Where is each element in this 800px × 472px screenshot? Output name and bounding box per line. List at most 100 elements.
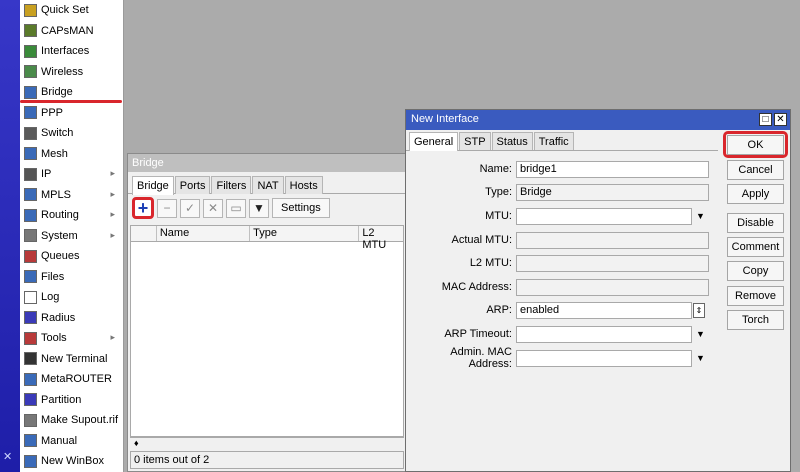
ok-button[interactable]: OK	[727, 135, 784, 155]
disable-button[interactable]: ✕	[203, 198, 223, 218]
files-icon	[24, 270, 37, 284]
quick-set-icon	[24, 3, 37, 17]
apply-button[interactable]: Apply	[727, 184, 784, 204]
filter-button[interactable]: ▼	[249, 198, 269, 218]
sidebar-item-label: Files	[41, 270, 65, 283]
tab-stp[interactable]: STP	[459, 132, 491, 150]
dialog-title-bar[interactable]: New Interface □ ✕	[406, 110, 790, 130]
sidebar-item-label: Partition	[41, 393, 82, 406]
column-l2mtu[interactable]: L2 MTU	[359, 226, 403, 251]
tab-general[interactable]: General	[409, 132, 459, 151]
close-button[interactable]: ✕	[774, 113, 787, 126]
tab-status[interactable]: Status	[491, 132, 533, 150]
sidebar-item-ppp[interactable]: PPP	[20, 103, 123, 124]
submenu-arrow-icon: ▸	[110, 168, 115, 178]
sidebar-item-log[interactable]: Log	[20, 287, 123, 308]
header-spacer	[131, 226, 157, 241]
sidebar-item-label: MPLS	[41, 188, 71, 201]
arp-dropdown-icon[interactable]: ⇕	[693, 302, 705, 318]
tab-hosts[interactable]: Hosts	[284, 176, 323, 194]
submenu-arrow-icon: ▸	[110, 188, 115, 199]
column-name[interactable]: Name	[157, 226, 251, 241]
bridge-window-title[interactable]: Bridge	[128, 154, 406, 172]
arp-timeout-label: ARP Timeout:	[444, 328, 512, 340]
sidebar-item-switch[interactable]: Switch	[20, 123, 123, 144]
column-type[interactable]: Type	[250, 226, 360, 241]
arp-timeout-input[interactable]	[516, 325, 692, 343]
sidebar-item-metarouter[interactable]: MetaROUTER	[20, 369, 123, 390]
arp-label: ARP:	[486, 304, 512, 316]
sidebar-item-quick-set[interactable]: Quick Set	[20, 0, 123, 21]
admin-mac-label: Admin. MAC Address:	[450, 346, 512, 370]
settings-button[interactable]: Settings	[272, 198, 330, 218]
mtu-row: MTU: ▼	[406, 207, 716, 225]
disable-interface-button[interactable]: Disable	[727, 213, 784, 233]
enable-button[interactable]: ✓	[180, 198, 200, 218]
sidebar-item-partition[interactable]: Partition	[20, 390, 123, 411]
sidebar-item-new-terminal[interactable]: New Terminal	[20, 349, 123, 370]
arp-select[interactable]: enabled	[516, 301, 692, 319]
tools-icon	[24, 331, 37, 345]
footer-marker: ♦	[134, 438, 139, 448]
sidebar-item-tools[interactable]: Tools ▸	[20, 328, 123, 349]
mtu-input[interactable]	[516, 207, 692, 225]
sidebar-item-interfaces[interactable]: Interfaces	[20, 41, 123, 62]
name-row: Name: bridge1	[406, 160, 716, 178]
tab-ports[interactable]: Ports	[174, 176, 211, 194]
actual-mtu-value	[516, 231, 709, 249]
tab-nat[interactable]: NAT	[252, 176, 284, 194]
sidebar-item-make-supout-rif[interactable]: Make Supout.rif	[20, 410, 123, 431]
maximize-button[interactable]: □	[759, 113, 772, 126]
dialog-tabs: General STP Status Traffic	[406, 130, 718, 151]
comment-button[interactable]: ▭	[226, 198, 246, 218]
sidebar-item-queues[interactable]: Queues	[20, 246, 123, 267]
admin-mac-input[interactable]	[516, 349, 692, 367]
sidebar-item-label: Routing	[41, 209, 79, 222]
bridge-tabs: Bridge Ports Filters NAT Hosts	[128, 172, 406, 195]
mtu-label: MTU:	[485, 210, 512, 222]
tab-traffic[interactable]: Traffic	[533, 132, 574, 150]
sidebar-item-mesh[interactable]: Mesh	[20, 144, 123, 165]
capsman-icon	[24, 24, 37, 38]
sidebar-item-capsman[interactable]: CAPsMAN	[20, 21, 123, 42]
comment-interface-button[interactable]: Comment	[727, 237, 784, 257]
sidebar-item-label: Log	[41, 291, 60, 304]
sidebar-item-label: Quick Set	[41, 4, 89, 17]
mpls-icon	[24, 188, 37, 202]
sidebar-item-wireless[interactable]: Wireless	[20, 62, 123, 83]
sidebar-item-label: Wireless	[41, 65, 84, 78]
metarouter-icon	[24, 372, 37, 386]
sidebar-item-routing[interactable]: Routing ▸	[20, 205, 123, 226]
sidebar-item-radius[interactable]: Radius	[20, 308, 123, 329]
sidebar-item-ip[interactable]: IP ▸	[20, 164, 123, 185]
cancel-button[interactable]: Cancel	[727, 160, 784, 180]
add-button[interactable]: +	[132, 197, 154, 219]
sidebar-item-mpls[interactable]: MPLS ▸	[20, 185, 123, 206]
plus-icon: +	[137, 197, 149, 218]
mtu-dropdown-icon[interactable]: ▼	[696, 211, 705, 221]
sidebar-item-system[interactable]: System ▸	[20, 226, 123, 247]
sidebar-item-label: Switch	[41, 127, 74, 140]
remove-interface-button[interactable]: Remove	[727, 286, 784, 306]
tab-bridge[interactable]: Bridge	[132, 176, 174, 195]
l2-mtu-row: L2 MTU:	[406, 254, 716, 272]
torch-button[interactable]: Torch	[727, 310, 784, 330]
sidebar-item-files[interactable]: Files	[20, 267, 123, 288]
bridge-table: Name Type L2 MTU	[130, 225, 404, 437]
filter-icon: ▼	[253, 201, 265, 215]
manual-icon	[24, 434, 37, 448]
status-bar: 0 items out of 2	[130, 451, 404, 469]
sidebar-item-manual[interactable]: Manual	[20, 431, 123, 452]
arp-timeout-dropdown-icon[interactable]: ▼	[696, 329, 705, 339]
sidebar-item-new-winbox[interactable]: New WinBox	[20, 451, 123, 472]
wireless-icon	[24, 65, 37, 79]
sidebar-item-label: Manual	[41, 434, 78, 447]
queues-icon	[24, 249, 37, 263]
submenu-arrow-icon: ▸	[110, 332, 115, 342]
admin-mac-dropdown-icon[interactable]: ▼	[696, 353, 705, 363]
copy-button[interactable]: Copy	[727, 261, 784, 281]
routing-icon	[24, 208, 37, 222]
remove-button[interactable]: −	[157, 198, 177, 218]
tab-filters[interactable]: Filters	[211, 176, 252, 194]
name-input[interactable]: bridge1	[516, 160, 709, 178]
